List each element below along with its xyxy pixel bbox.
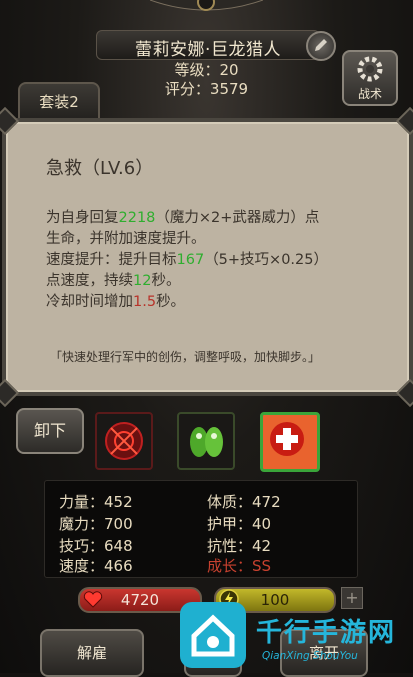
tactics-label: 战术	[357, 87, 382, 101]
skill-title: 急救（LV.6）	[46, 158, 154, 179]
dismiss-button[interactable]: 解雇	[40, 629, 144, 677]
desc-text: 点速度，持续	[46, 273, 133, 289]
desc-text: 秒。	[151, 273, 181, 289]
stat-growth: 成长：SS	[207, 557, 272, 575]
skill-description: 为自身回复2218（魔力×2+武器威力）点 生命，并附加速度提升。 速度提升：提…	[46, 208, 381, 313]
skill-slot-1[interactable]	[95, 412, 153, 470]
skill-tooltip: 急救（LV.6） 为自身回复2218（魔力×2+武器威力）点 生命，并附加速度提…	[0, 106, 413, 408]
stat-constitution: 体质：472	[207, 493, 281, 511]
add-point-button[interactable]: +	[341, 587, 363, 609]
stat-magic: 魔力：700	[59, 515, 133, 533]
pencil-icon	[315, 39, 327, 51]
desc-text: 冷却时间增加	[46, 294, 133, 310]
skill-slot-2[interactable]	[177, 412, 235, 470]
top-ornament	[150, 0, 263, 11]
tactics-button[interactable]: 战术	[342, 50, 398, 106]
stats-panel: 力量：452 魔力：700 技巧：648 速度：466 体质：472 护甲：40…	[44, 480, 358, 578]
edit-name-button[interactable]	[306, 31, 336, 61]
hero-name-plate: 蕾莉安娜·巨龙猎人	[96, 30, 320, 60]
watermark-logo	[180, 602, 246, 668]
desc-text: 秒。	[156, 294, 186, 310]
desc-text: 速度提升：提升目标	[46, 252, 177, 268]
watermark-subtitle: QianXing ShouYou	[262, 650, 358, 662]
red-cross-icon	[270, 422, 304, 456]
desc-text: （5+技巧×0.25）	[204, 252, 328, 268]
stat-strength: 力量：452	[59, 493, 133, 511]
suit-tab[interactable]: 套装2	[18, 82, 100, 120]
gear-icon	[357, 56, 383, 82]
stat-speed: 速度：466	[59, 557, 133, 575]
skill-slot-3-selected[interactable]	[260, 412, 320, 472]
green-claw-icon	[190, 427, 223, 457]
stat-armor: 护甲：40	[207, 515, 272, 533]
target-crosshair-icon	[105, 422, 143, 460]
house-icon	[191, 614, 235, 657]
desc-text: （魔力×2+武器威力）点	[155, 210, 320, 226]
hero-name: 蕾莉安娜·巨龙猎人	[135, 40, 281, 60]
flavor-quote: 「快速处理行军中的创伤，调整呼吸，加快脚步。」	[50, 350, 321, 364]
watermark-title: 千行手游网	[256, 618, 397, 648]
desc-text: 生命，并附加速度提升。	[46, 231, 206, 247]
heal-value: 2218	[118, 210, 156, 226]
speed-value: 167	[176, 252, 205, 268]
stat-skill: 技巧：648	[59, 537, 133, 555]
desc-text: 为自身回复	[46, 210, 119, 226]
stat-resistance: 抗性：42	[207, 537, 272, 555]
duration-value: 12	[133, 273, 152, 289]
unload-button[interactable]: 卸下	[16, 408, 84, 454]
cooldown-value: 1.5	[133, 294, 157, 310]
